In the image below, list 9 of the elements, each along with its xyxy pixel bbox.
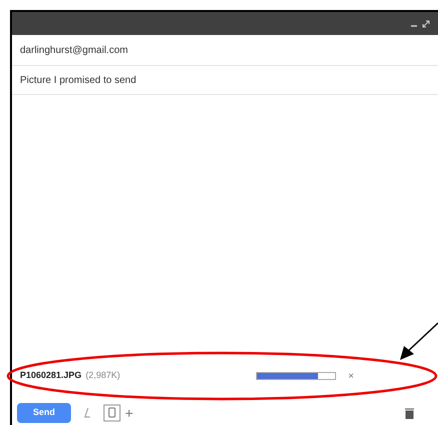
attachment-size: (2,987K): [86, 369, 120, 382]
more-options-label[interactable]: +: [125, 402, 134, 424]
attachment-name[interactable]: P1060281.JPG: [20, 369, 82, 383]
remove-attachment-button[interactable]: ×: [348, 368, 354, 384]
recipient-field[interactable]: darlinghurst@gmail.com: [12, 35, 438, 66]
expand-icon[interactable]: [422, 20, 430, 28]
attach-file-icon[interactable]: [103, 404, 121, 422]
subject-field[interactable]: Picture I promised to send: [12, 66, 438, 95]
trash-icon[interactable]: [405, 408, 414, 418]
